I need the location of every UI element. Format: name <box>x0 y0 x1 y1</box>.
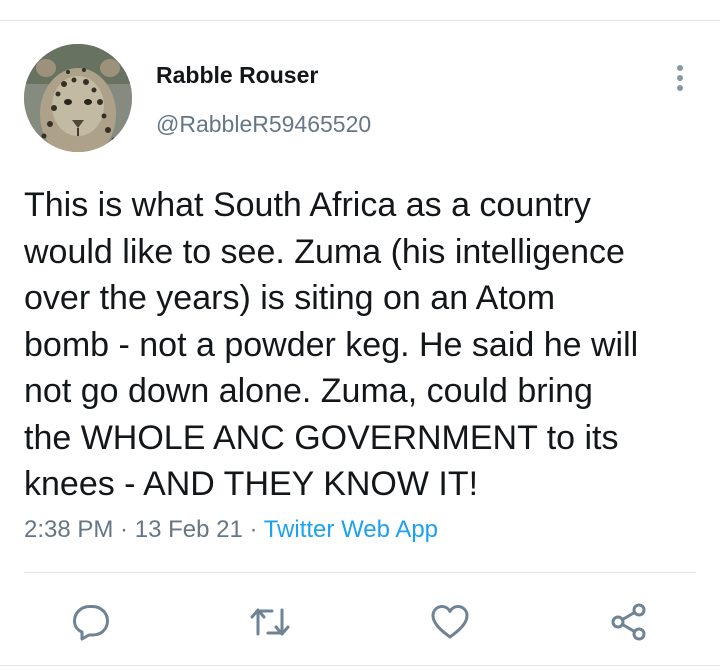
top-divider <box>0 20 720 21</box>
actions-divider <box>24 572 696 573</box>
tweet-meta: 2:38 PM · 13 Feb 21 · Twitter Web App <box>24 516 438 544</box>
like-button[interactable] <box>428 600 472 644</box>
avatar[interactable] <box>24 44 132 152</box>
retweet-button[interactable] <box>248 600 292 644</box>
tweet-date[interactable]: 13 Feb 21 <box>135 516 243 543</box>
retweet-icon <box>250 608 290 636</box>
tweet-text-line: bomb - not a powder keg. He said he will <box>24 325 639 364</box>
author-display-name[interactable]: Rabble Rouser <box>156 62 318 89</box>
leopard-avatar-image <box>24 44 132 152</box>
tweet-text-line: over the years) is siting on an Atom <box>24 279 556 317</box>
tweet-text-line: This is what South Africa as a country <box>24 186 591 224</box>
tweet-time[interactable]: 2:38 PM <box>24 516 113 543</box>
tweet-text-line: knees - AND THEY KNOW IT! <box>24 465 479 503</box>
reply-icon <box>73 605 109 641</box>
tweet-detail-page: Rabble Rouser @RabbleR59465520 This is w… <box>0 0 720 671</box>
author-handle[interactable]: @RabbleR59465520 <box>156 111 371 138</box>
tweet-text-line: would like to see. Zuma (his intelligenc… <box>24 232 625 271</box>
tweet-text-line: not go down alone. Zuma, could bring <box>24 372 593 410</box>
share-icon <box>611 603 646 641</box>
tweet-text: This is what South Africa as a country w… <box>24 182 704 508</box>
meta-separator: · <box>242 516 264 543</box>
footer-divider <box>0 665 720 666</box>
tweet-source-link[interactable]: Twitter Web App <box>264 516 438 543</box>
more-options-button[interactable] <box>664 60 696 96</box>
heart-icon <box>431 605 469 639</box>
share-button[interactable] <box>607 600 651 644</box>
tweet-text-line: the WHOLE ANC GOVERNMENT to its <box>24 418 619 457</box>
reply-button[interactable] <box>69 600 113 644</box>
more-vertical-icon <box>677 65 683 91</box>
meta-separator: · <box>113 516 135 543</box>
